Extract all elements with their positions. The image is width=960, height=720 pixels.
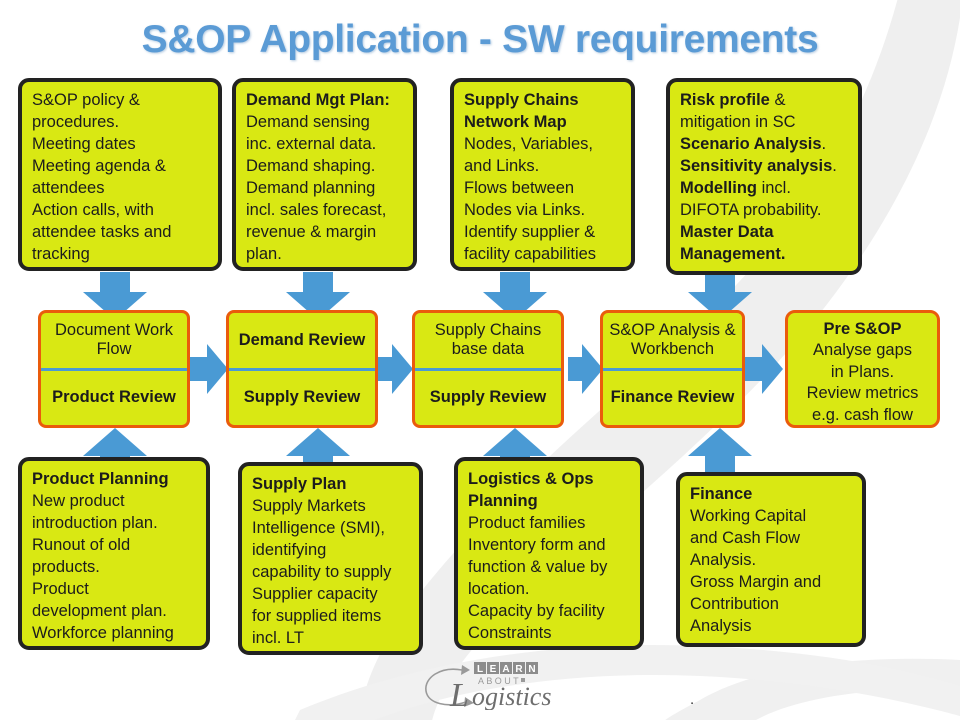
pre-sop-heading: Pre S&OP [823,320,902,338]
note-finance: Finance Working Capital and Cash Flow An… [676,472,866,647]
note-body: S&OP policy & procedures. Meeting dates … [32,91,172,264]
svg-text:A: A [502,664,509,675]
svg-text:N: N [528,664,535,675]
process-top-label: Document Work Flow [41,313,187,371]
process-pre-sop[interactable]: Pre S&OP Analyse gaps in Plans. Review m… [785,310,940,428]
note-heading: Supply Chains Network Map [464,91,579,132]
pre-sop-body: Analyse gaps in Plans. Review metrics e.… [806,341,919,424]
note-body: Nodes, Variables, and Links. Flows betwe… [464,135,597,264]
svg-text:E: E [490,664,497,675]
footer-dot: . [690,691,695,708]
arrow-right-4 [745,344,783,394]
note-heading: Finance [690,485,753,503]
note-body: New product introduction plan. Runout of… [32,492,174,643]
note-heading: Supply Plan [252,475,347,493]
learn-about-logistics-logo: L E A R N ABOUT L ogistics [418,658,558,714]
svg-text:L: L [477,664,483,675]
note-supply-chains-network-map: Supply Chains Network Map Nodes, Variabl… [450,78,635,271]
process-top-label: Supply Chains base data [415,313,561,371]
process-bottom-label: Supply Review [243,388,361,407]
note-supply-plan: Supply Plan Supply Markets Intelligence … [238,462,423,655]
logo-learn-letters: L E A R N [474,662,538,675]
process-top-label: Demand Review [229,313,375,371]
note-body: Product families Inventory form and func… [468,514,608,643]
arrow-right-1 [187,344,228,394]
note-logistics-ops-planning: Logistics & Ops Planning Product familie… [454,457,644,650]
process-top-label: S&OP Analysis & Workbench [603,313,742,371]
slide-canvas: S&OP Application - SW requirements S&OP … [0,0,960,720]
logo-logistics-text: ogistics [472,682,551,710]
note-heading: Logistics & Ops Planning [468,470,594,511]
process-bottom-label: Product Review [52,388,176,407]
arrow-up-4 [688,428,752,476]
note-body: Risk profile & mitigation in SC Scenario… [680,91,837,264]
process-bottom-label: Supply Review [429,388,547,407]
logo-logistics-cap: L [449,677,469,710]
note-body: Working Capital and Cash Flow Analysis. … [690,507,822,636]
process-document-work-flow[interactable]: Document Work Flow Product Review [38,310,190,428]
arrow-right-2 [378,344,413,394]
note-heading: Demand Mgt Plan: [246,91,390,109]
process-supply-chains-base-data[interactable]: Supply Chains base data Supply Review [412,310,564,428]
note-sop-policy: S&OP policy & procedures. Meeting dates … [18,78,222,271]
note-body: Supply Markets Intelligence (SMI), ident… [252,497,392,648]
note-product-planning: Product Planning New product introductio… [18,457,210,650]
note-demand-mgt-plan: Demand Mgt Plan: Demand sensing inc. ext… [232,78,417,271]
process-bottom-label: Finance Review [610,388,735,407]
note-heading: Product Planning [32,470,169,488]
process-demand-review[interactable]: Demand Review Supply Review [226,310,378,428]
note-body: Demand sensing inc. external data. Deman… [246,113,387,264]
page-title: S&OP Application - SW requirements [141,18,819,61]
svg-text:R: R [515,664,523,675]
note-risk-profile: Risk profile & mitigation in SC Scenario… [666,78,862,275]
arrow-right-3 [568,344,603,394]
process-sop-analysis-workbench[interactable]: S&OP Analysis & Workbench Finance Review [600,310,745,428]
